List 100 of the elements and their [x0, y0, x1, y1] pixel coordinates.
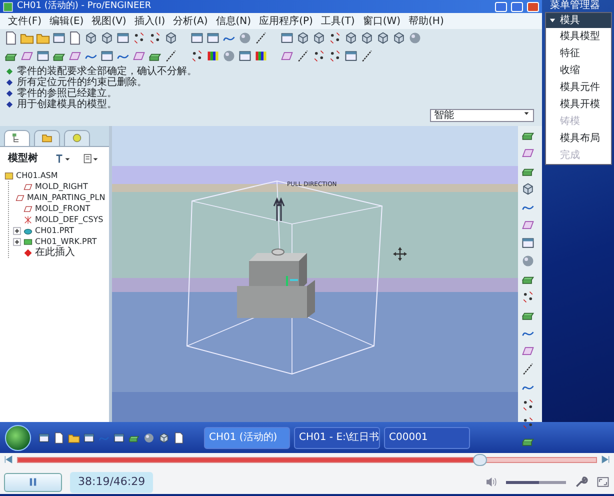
menu-manager-item[interactable]: 模具模型 [546, 28, 611, 45]
cube-icon[interactable] [376, 31, 390, 45]
menu-item[interactable]: 视图(V) [90, 14, 128, 28]
tree-item[interactable]: CH01.ASM [16, 170, 58, 181]
sphere-icon[interactable] [143, 432, 155, 444]
plane-icon[interactable] [68, 49, 82, 63]
plane-icon[interactable] [521, 218, 535, 232]
points-icon[interactable] [132, 31, 146, 45]
points-icon[interactable] [328, 49, 342, 63]
axis-icon[interactable] [360, 49, 374, 63]
volume-track[interactable] [506, 480, 566, 484]
window-icon[interactable] [83, 432, 95, 444]
points-icon[interactable] [521, 398, 535, 412]
menu-item[interactable]: 插入(I) [132, 14, 168, 28]
cube-icon[interactable] [344, 31, 358, 45]
window-icon[interactable] [190, 31, 204, 45]
document-icon[interactable] [4, 31, 18, 45]
plane-icon[interactable] [132, 49, 146, 63]
window-icon[interactable] [113, 432, 125, 444]
previous-icon[interactable] [4, 455, 13, 464]
window-icon[interactable] [116, 31, 130, 45]
window-icon[interactable] [238, 49, 252, 63]
document-icon[interactable] [173, 432, 185, 444]
taskbar-button[interactable]: CH01 - E:\红日书 [294, 426, 380, 448]
points-icon[interactable] [521, 290, 535, 304]
tree-item[interactable]: CH01.PRT [35, 225, 74, 236]
menu-item[interactable]: 分析(A) [171, 14, 210, 28]
window-icon[interactable] [52, 31, 66, 45]
points-icon[interactable] [148, 31, 162, 45]
cube-icon[interactable] [360, 31, 374, 45]
plane-icon[interactable] [20, 49, 34, 63]
menu-item[interactable]: 文件(F) [6, 14, 44, 28]
pause-button[interactable] [4, 472, 62, 492]
taskbar-button[interactable]: C00001 [384, 426, 470, 448]
cube-icon[interactable] [296, 31, 310, 45]
minimize-button[interactable] [495, 2, 507, 12]
points-icon[interactable] [190, 49, 204, 63]
tree-item[interactable]: MOLD_FRONT [35, 203, 90, 214]
message-text: 零件的参照已经建立。 [17, 88, 117, 99]
plane-icon[interactable] [521, 146, 535, 160]
menu-item[interactable]: 帮助(H) [406, 14, 446, 28]
start-button[interactable] [5, 424, 31, 450]
progress-handle[interactable] [473, 454, 488, 466]
menu-item[interactable]: 窗口(W) [360, 14, 403, 28]
menu-item[interactable]: 工具(T) [318, 14, 357, 28]
window-icon[interactable] [38, 432, 50, 444]
fullscreen-icon[interactable] [596, 475, 610, 490]
color-bars-icon[interactable] [254, 49, 268, 63]
expand-icon[interactable] [13, 238, 21, 246]
axis-icon[interactable] [254, 31, 268, 45]
menu-manager-item[interactable]: 收缩 [546, 62, 611, 79]
plane-icon[interactable] [280, 49, 294, 63]
document-icon[interactable] [53, 432, 65, 444]
window-icon[interactable] [521, 236, 535, 250]
window-icon[interactable] [280, 31, 294, 45]
tree-item[interactable]: MAIN_PARTING_PLN [27, 192, 106, 203]
cube-icon[interactable] [392, 31, 406, 45]
pull-direction-arrow [273, 197, 285, 222]
points-icon[interactable] [312, 49, 326, 63]
tree-item[interactable]: MOLD_RIGHT [35, 181, 88, 192]
wrench-icon[interactable] [574, 475, 588, 490]
panel-tab[interactable] [34, 130, 60, 146]
menu-manager-item[interactable]: 模具布局 [546, 130, 611, 147]
document-icon[interactable] [68, 31, 82, 45]
axis-icon[interactable] [296, 49, 310, 63]
menu-item[interactable]: 编辑(E) [48, 14, 86, 28]
window-icon[interactable] [344, 49, 358, 63]
folder-icon[interactable] [68, 432, 80, 444]
plane-icon[interactable] [521, 344, 535, 358]
next-icon[interactable] [601, 455, 610, 464]
expand-icon[interactable] [13, 226, 21, 234]
volume-icon[interactable] [484, 476, 498, 488]
menu-manager-item[interactable]: 特征 [546, 45, 611, 62]
cube-icon[interactable] [312, 31, 326, 45]
cube-icon[interactable] [84, 31, 98, 45]
menu-manager-item[interactable]: 模具开模 [546, 96, 611, 113]
menu-manager-item[interactable]: 模具元件 [546, 79, 611, 96]
axis-icon[interactable] [521, 362, 535, 376]
menu-item[interactable]: 信息(N) [214, 14, 254, 28]
axis-icon[interactable] [164, 49, 178, 63]
tree-item[interactable]: MOLD_DEF_CSYS [35, 214, 104, 225]
taskbar-button[interactable]: CH01 (活动的) [204, 426, 290, 448]
window-icon[interactable] [36, 49, 50, 63]
cube-icon[interactable] [158, 432, 170, 444]
cube-icon[interactable] [100, 31, 114, 45]
color-bars-icon[interactable] [206, 49, 220, 63]
panel-tab[interactable] [64, 130, 90, 146]
window-icon[interactable] [206, 31, 220, 45]
maximize-button[interactable] [511, 2, 523, 12]
menu-item[interactable]: 应用程序(P) [257, 14, 315, 28]
tree-item[interactable]: CH01_WRK.PRT [35, 236, 97, 247]
points-icon[interactable] [328, 31, 342, 45]
cube-icon[interactable] [521, 182, 535, 196]
panel-tab[interactable] [4, 130, 30, 146]
points-icon[interactable] [521, 416, 535, 430]
filter-dropdown[interactable]: 智能 [430, 109, 534, 122]
tree-item[interactable]: 在此插入 [35, 247, 75, 258]
cube-icon[interactable] [164, 31, 178, 45]
window-icon[interactable] [100, 49, 114, 63]
close-button[interactable] [527, 2, 539, 12]
